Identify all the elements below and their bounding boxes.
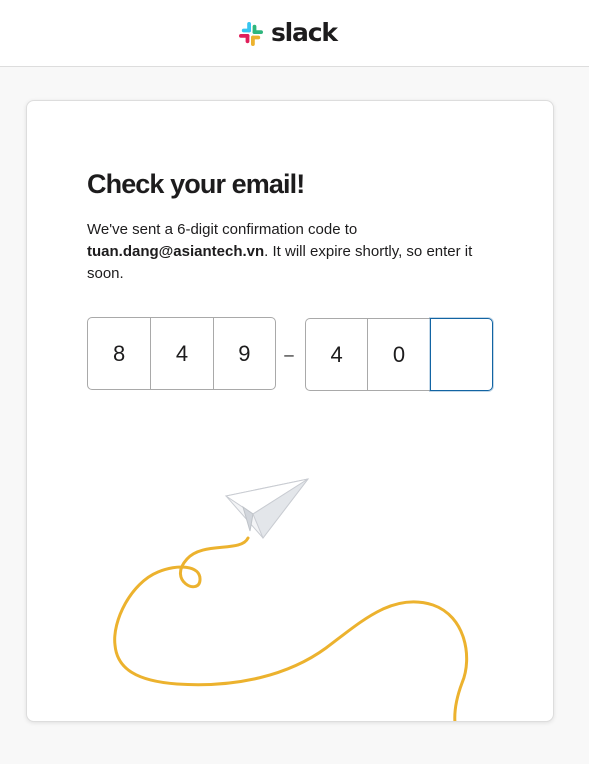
confirmation-card: Check your email! We've sent a 6-digit c… (26, 100, 554, 722)
top-bar: slack (0, 0, 589, 67)
code-group-second: 4 0 (304, 317, 494, 391)
code-digit-2[interactable]: 4 (150, 318, 212, 389)
code-digit-5[interactable]: 0 (367, 318, 430, 391)
code-group-first: 8 4 9 (87, 317, 276, 390)
code-digit-1[interactable]: 8 (88, 318, 150, 389)
description-prefix: We've sent a 6-digit confirmation code t… (87, 221, 358, 238)
confirmation-description: We've sent a 6-digit confirmation code t… (87, 219, 477, 285)
slack-brand[interactable]: slack (238, 18, 338, 50)
code-digit-3[interactable]: 9 (212, 318, 275, 389)
slack-logo-icon (239, 22, 263, 46)
paper-plane-icon (113, 478, 469, 721)
code-digit-6[interactable] (429, 318, 493, 391)
code-separator: – (284, 345, 294, 364)
email-address: tuan.dang@asiantech.vn (87, 243, 265, 260)
code-digit-4[interactable]: 4 (305, 318, 368, 391)
page-title: Check your email! (87, 169, 305, 199)
brand-name: slack (271, 18, 338, 47)
